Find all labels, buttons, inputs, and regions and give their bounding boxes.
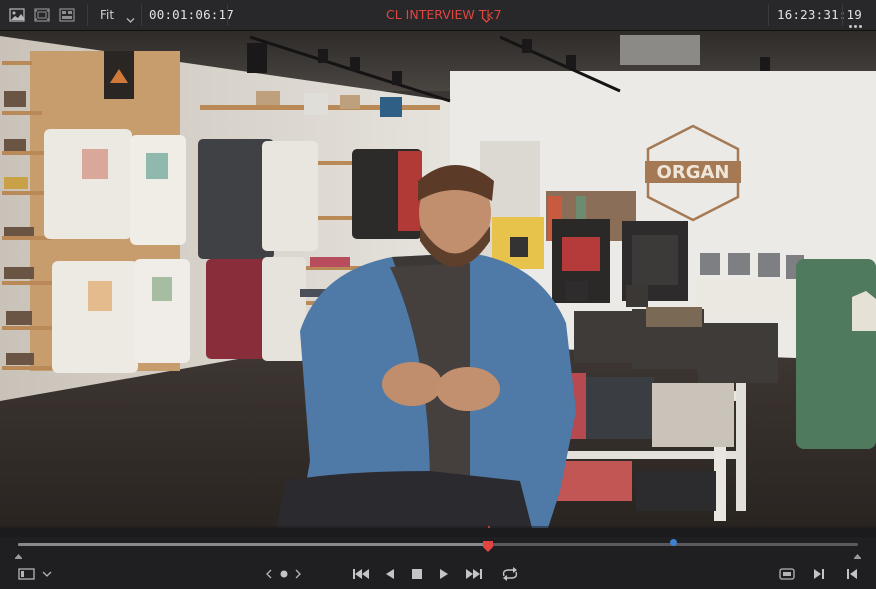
play-icon[interactable] — [438, 566, 450, 582]
film-strip-icon[interactable] — [34, 7, 50, 22]
jog-left-icon[interactable] — [264, 566, 274, 582]
store-sign-text: ORGAN — [657, 162, 730, 183]
jog-right-icon[interactable] — [293, 566, 303, 582]
scrub-progress — [18, 543, 489, 546]
out-point-marker[interactable] — [854, 547, 861, 562]
viewer-layout-icon[interactable] — [18, 566, 36, 582]
toolbar-divider — [227, 4, 228, 26]
toolbar-divider — [141, 4, 142, 26]
skip-to-start-icon[interactable] — [352, 566, 370, 582]
match-frame-icon[interactable] — [778, 566, 796, 582]
video-frame: ORGAN — [0, 31, 876, 528]
playhead-marker[interactable] — [483, 537, 494, 552]
chevron-down-icon[interactable] — [482, 10, 491, 23]
zoom-fit-label[interactable]: Fit — [100, 8, 114, 22]
previous-frame-icon[interactable] — [845, 566, 859, 582]
more-options-icon[interactable] — [849, 13, 864, 32]
source-timecode[interactable]: 00:01:06:17 — [149, 7, 234, 22]
jog-dot-icon[interactable] — [278, 566, 290, 582]
viewer-toolbar: Fit 00:01:06:17 CL INTERVIEW Tk7 16:23:3… — [0, 0, 876, 31]
toolbar-divider — [842, 4, 843, 26]
timeline-marker[interactable] — [669, 539, 677, 546]
skip-to-end-icon[interactable] — [465, 566, 483, 582]
in-point-marker[interactable] — [15, 547, 22, 562]
toolbar-divider — [768, 4, 769, 26]
clip-grid-icon[interactable] — [59, 7, 75, 22]
toolbar-divider — [87, 4, 88, 26]
transport-bar — [0, 559, 876, 589]
chevron-down-icon[interactable] — [42, 566, 52, 582]
chevron-down-icon[interactable] — [126, 10, 135, 23]
audio-waveform — [0, 526, 876, 528]
stop-icon[interactable] — [410, 566, 424, 582]
image-view-icon[interactable] — [9, 7, 25, 22]
play-reverse-icon[interactable] — [384, 566, 396, 582]
timeline-scrubber[interactable] — [0, 537, 876, 562]
scrub-track[interactable] — [18, 543, 858, 546]
next-frame-icon[interactable] — [812, 566, 826, 582]
loop-icon[interactable] — [500, 566, 520, 582]
video-viewer[interactable]: ORGAN — [0, 31, 876, 528]
